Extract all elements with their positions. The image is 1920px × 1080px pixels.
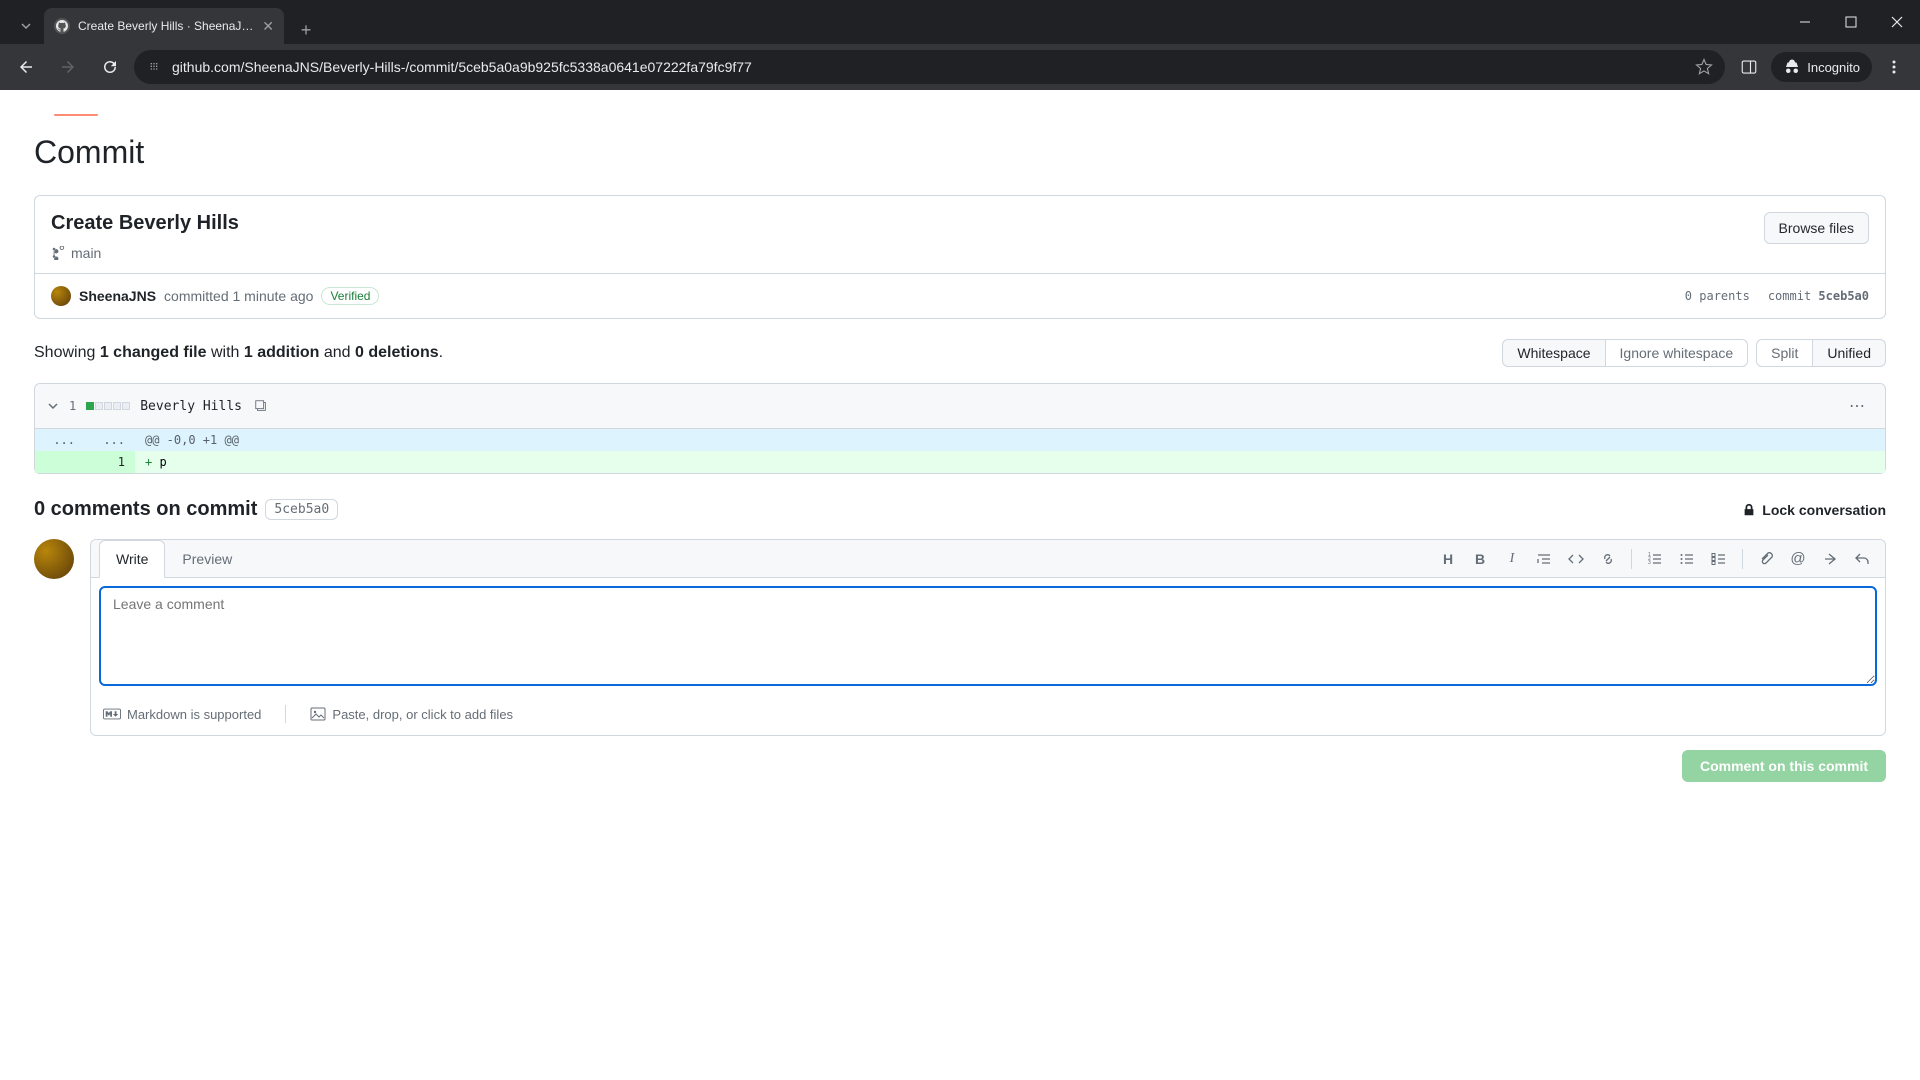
markdown-icon	[103, 708, 121, 720]
lock-conversation-button[interactable]: Lock conversation	[1742, 502, 1886, 518]
file-header: 1 Beverly Hills ⋯	[35, 384, 1885, 429]
github-favicon-icon	[54, 18, 70, 34]
incognito-label: Incognito	[1807, 60, 1860, 75]
reference-icon[interactable]	[1815, 544, 1845, 574]
commit-sha: commit 5ceb5a0	[1768, 289, 1869, 303]
whitespace-button[interactable]: Whitespace	[1502, 339, 1605, 367]
reload-button[interactable]	[92, 49, 128, 85]
commit-title: Create Beverly Hills	[51, 212, 1764, 235]
verified-badge[interactable]: Verified	[321, 287, 379, 305]
committed-time: committed 1 minute ago	[164, 288, 313, 304]
comments-header: 0 comments on commit 5ceb5a0 Lock conver…	[34, 498, 1886, 521]
comments-count: 0 comments on commit	[34, 498, 257, 521]
author-link[interactable]: SheenaJNS	[79, 288, 156, 304]
maximize-button[interactable]	[1828, 0, 1874, 44]
file-name[interactable]: Beverly Hills	[140, 399, 242, 414]
author-avatar[interactable]	[51, 286, 71, 306]
bookmark-star-icon[interactable]	[1695, 58, 1713, 76]
collapse-file-icon[interactable]	[47, 400, 59, 412]
file-change-count: 1	[69, 399, 76, 413]
window-controls	[1782, 0, 1920, 44]
image-icon	[310, 706, 326, 722]
split-view-button[interactable]: Split	[1756, 339, 1813, 367]
attach-icon[interactable]	[1751, 544, 1781, 574]
preview-tab[interactable]: Preview	[165, 540, 249, 578]
comments-sha: 5ceb5a0	[265, 499, 338, 520]
file-diff: 1 Beverly Hills ⋯ ... ... @@ -0,0 +1 @@ …	[34, 383, 1886, 474]
ordered-list-icon[interactable]: 123	[1640, 544, 1670, 574]
forward-button[interactable]	[50, 49, 86, 85]
page-title: Commit	[34, 134, 1886, 171]
url-bar[interactable]: github.com/SheenaJNS/Beverly-Hills-/comm…	[134, 50, 1725, 84]
close-window-button[interactable]	[1874, 0, 1920, 44]
footer-divider	[285, 705, 286, 723]
task-list-icon[interactable]	[1704, 544, 1734, 574]
diff-stat-blocks	[86, 402, 130, 410]
diff-line-added[interactable]: 1 + p	[35, 451, 1885, 473]
heading-icon[interactable]: H	[1433, 544, 1463, 574]
diff-summary: Showing 1 changed file with 1 addition a…	[34, 344, 443, 362]
new-tab-button[interactable]: +	[292, 16, 320, 44]
branch-icon	[51, 246, 65, 260]
back-button[interactable]	[8, 49, 44, 85]
link-icon[interactable]	[1593, 544, 1623, 574]
svg-text:3: 3	[1648, 560, 1651, 566]
bold-icon[interactable]: B	[1465, 544, 1495, 574]
quote-icon[interactable]	[1529, 544, 1559, 574]
lock-icon	[1742, 503, 1756, 517]
incognito-icon	[1783, 58, 1801, 76]
unified-view-button[interactable]: Unified	[1813, 339, 1886, 367]
minimize-button[interactable]	[1782, 0, 1828, 44]
current-user-avatar[interactable]	[34, 539, 74, 579]
submit-comment-button[interactable]: Comment on this commit	[1682, 750, 1886, 782]
comment-tabs: Write Preview H B I 123	[91, 540, 1885, 578]
side-panel-icon[interactable]	[1731, 49, 1767, 85]
view-mode-toggle: Split Unified	[1756, 339, 1886, 367]
incognito-badge[interactable]: Incognito	[1771, 52, 1872, 82]
browse-files-button[interactable]: Browse files	[1764, 212, 1869, 244]
diff-table: ... ... @@ -0,0 +1 @@ 1 + p	[35, 429, 1885, 473]
comment-form: Write Preview H B I 123	[34, 539, 1886, 782]
file-menu-icon[interactable]: ⋯	[1841, 392, 1873, 420]
write-tab[interactable]: Write	[99, 540, 165, 578]
browser-chrome: Create Beverly Hills · SheenaJNS ✕ + git…	[0, 0, 1920, 90]
close-tab-icon[interactable]: ✕	[262, 18, 274, 35]
attach-files-hint[interactable]: Paste, drop, or click to add files	[310, 706, 513, 722]
parents-text: 0 parents	[1685, 289, 1750, 303]
markdown-help-link[interactable]: Markdown is supported	[103, 707, 261, 722]
nav-tab-underline	[54, 114, 98, 116]
tab-search-dropdown[interactable]	[8, 8, 44, 44]
site-settings-icon[interactable]	[146, 59, 162, 75]
unordered-list-icon[interactable]	[1672, 544, 1702, 574]
commit-box: Create Beverly Hills main Browse files S…	[34, 195, 1886, 319]
branch-name: main	[71, 245, 101, 261]
browser-tab[interactable]: Create Beverly Hills · SheenaJNS ✕	[44, 8, 284, 44]
page-content[interactable]: Commit Create Beverly Hills main Browse …	[0, 90, 1920, 1080]
browser-toolbar: github.com/SheenaJNS/Beverly-Hills-/comm…	[0, 44, 1920, 90]
diff-controls: Showing 1 changed file with 1 addition a…	[34, 339, 1886, 367]
tab-bar: Create Beverly Hills · SheenaJNS ✕ +	[0, 0, 1920, 44]
copy-path-icon[interactable]	[252, 397, 270, 415]
hunk-header-row: ... ... @@ -0,0 +1 @@	[35, 429, 1885, 451]
comment-textarea[interactable]	[99, 586, 1877, 686]
italic-icon[interactable]: I	[1497, 544, 1527, 574]
reply-icon[interactable]	[1847, 544, 1877, 574]
browser-menu-icon[interactable]	[1876, 49, 1912, 85]
url-text: github.com/SheenaJNS/Beverly-Hills-/comm…	[172, 59, 1685, 75]
ignore-whitespace-button[interactable]: Ignore whitespace	[1606, 339, 1749, 367]
markdown-toolbar: H B I 123 @	[1433, 544, 1877, 574]
whitespace-toggle: Whitespace Ignore whitespace	[1502, 339, 1748, 367]
tab-title: Create Beverly Hills · SheenaJNS	[78, 19, 254, 33]
mention-icon[interactable]: @	[1783, 544, 1813, 574]
code-icon[interactable]	[1561, 544, 1591, 574]
